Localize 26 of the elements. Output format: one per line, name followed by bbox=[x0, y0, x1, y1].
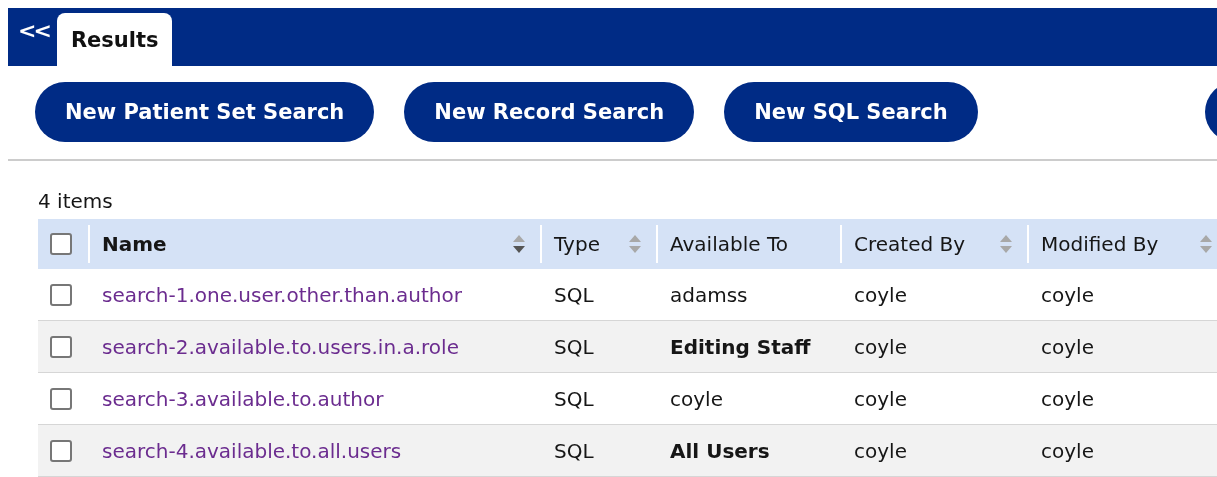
table-cell: coyle bbox=[854, 438, 907, 463]
table-cell: coyle bbox=[1041, 334, 1094, 359]
collapse-button[interactable]: << bbox=[18, 18, 49, 43]
search-link[interactable]: search-1.one.user.other.than.author bbox=[102, 282, 462, 307]
table-cell: coyle bbox=[854, 386, 907, 411]
table-cell: adamss bbox=[670, 282, 748, 307]
table-cell: All Users bbox=[670, 438, 770, 463]
table-cell: coyle bbox=[1041, 386, 1094, 411]
column-header[interactable]: Type bbox=[554, 232, 600, 256]
table-cell: coyle bbox=[1041, 282, 1094, 307]
column-header[interactable]: Name bbox=[102, 232, 167, 256]
table-cell: coyle bbox=[854, 282, 907, 307]
search-link[interactable]: search-3.available.to.author bbox=[102, 386, 384, 411]
item-count: 4 items bbox=[38, 189, 113, 213]
toolbar-button[interactable]: New Patient Set Search bbox=[35, 82, 375, 142]
toolbar-button[interactable]: New SQL Search bbox=[724, 82, 978, 142]
tab[interactable]: Results bbox=[56, 13, 173, 66]
table-cell: Editing Staff bbox=[670, 334, 811, 359]
toolbar-button[interactable]: New Record Search bbox=[404, 82, 695, 142]
table-cell: coyle bbox=[1041, 438, 1094, 463]
table-cell: coyle bbox=[670, 386, 723, 411]
table-cell: coyle bbox=[854, 334, 907, 359]
table-cell: SQL bbox=[554, 334, 594, 359]
table-cell: SQL bbox=[554, 386, 594, 411]
table-cell: SQL bbox=[554, 282, 594, 307]
table-cell: SQL bbox=[554, 438, 594, 463]
